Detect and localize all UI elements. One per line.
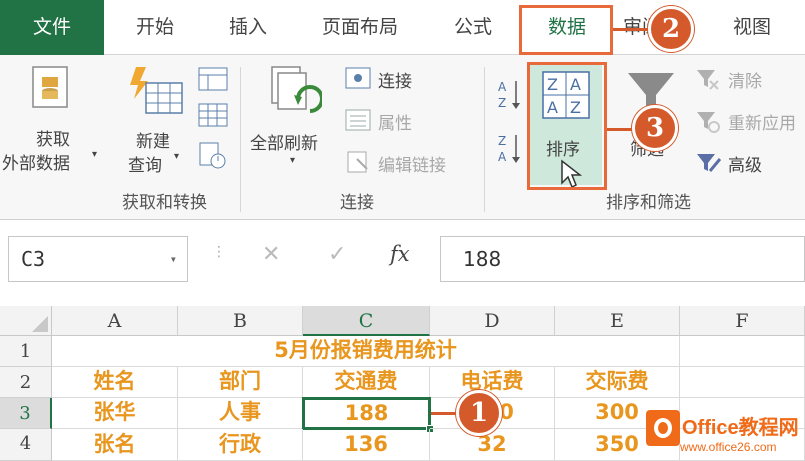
column-header-f[interactable]: F	[680, 306, 805, 336]
get-external-data-button[interactable]: 获取 外部数据 ▾	[0, 55, 110, 180]
svg-text:A: A	[498, 80, 507, 94]
name-box-value: C3	[21, 247, 46, 271]
connections-icon	[345, 67, 371, 89]
database-icon	[32, 66, 68, 108]
row-header-3[interactable]: 3	[0, 398, 52, 429]
table-title[interactable]: 5月份报销费用统计	[52, 336, 680, 367]
advanced-button[interactable]: 高级	[696, 149, 805, 177]
table-cell[interactable]: 人事	[178, 398, 303, 429]
insert-function-icon[interactable]: fx	[390, 242, 410, 266]
row-header-4[interactable]: 4	[0, 429, 52, 461]
clear-label: 清除	[728, 72, 762, 92]
tab-view[interactable]: 视图	[712, 0, 792, 55]
new-query-label-1: 新建	[136, 132, 170, 152]
advanced-label: 高级	[728, 156, 762, 176]
table-cell[interactable]: 张华	[52, 398, 178, 429]
svg-text:A: A	[498, 150, 507, 164]
group-label-sort-filter: 排序和筛选	[606, 193, 691, 213]
properties-label: 属性	[378, 114, 412, 134]
clear-filter-icon	[697, 70, 719, 90]
column-label[interactable]: 交际费	[555, 367, 680, 398]
column-label[interactable]: 姓名	[52, 367, 178, 398]
row-header-1[interactable]: 1	[0, 336, 52, 367]
column-header-c[interactable]: C	[303, 306, 430, 336]
column-header-a[interactable]: A	[52, 306, 178, 336]
callout-1: 1	[456, 390, 502, 436]
properties-icon	[345, 109, 371, 131]
edit-links-icon	[347, 151, 368, 173]
active-cell-c3[interactable]: 188	[302, 397, 431, 430]
select-all-corner[interactable]	[0, 306, 52, 336]
table-cell[interactable]: 张名	[52, 429, 178, 461]
group-label-connections: 连接	[340, 193, 374, 213]
connections-label: 连接	[378, 72, 412, 92]
chevron-down-icon: ▾	[92, 149, 98, 160]
table-cell[interactable]: 32	[430, 429, 555, 461]
get-external-label-1: 获取	[36, 130, 70, 150]
cell-f1[interactable]	[680, 336, 805, 367]
column-label[interactable]: 交通费	[303, 367, 430, 398]
new-query-label-2: 查询	[128, 156, 162, 176]
advanced-filter-icon	[697, 154, 722, 172]
new-query-button[interactable]: 新建 查询 ▾	[118, 55, 193, 180]
callout-3: 3	[632, 105, 678, 151]
tab-formulas[interactable]: 公式	[428, 0, 518, 55]
tab-page-layout[interactable]: 页面布局	[300, 0, 420, 55]
new-query-icon	[130, 67, 183, 114]
connections-button[interactable]: 连接	[345, 65, 445, 93]
refresh-all-label: 全部刷新	[250, 134, 318, 154]
chevron-down-icon: ▾	[174, 151, 180, 162]
table-cell[interactable]: 行政	[178, 429, 303, 461]
column-header-b[interactable]: B	[178, 306, 303, 336]
name-box[interactable]: C3 ▾	[8, 236, 188, 282]
table-cell[interactable]: 136	[303, 429, 430, 461]
sort-ascending-button[interactable]: AZ	[496, 77, 524, 113]
ribbon: 获取 外部数据 ▾ 新建 查询 ▾ 获取和转换 全部刷新 ▾ 连接 属性 编辑链…	[0, 55, 805, 220]
cell-f2[interactable]	[680, 367, 805, 398]
from-table-icon[interactable]	[198, 103, 228, 127]
formula-bar: C3 ▾ ⋮ ✕ ✓ fx 188	[0, 220, 805, 298]
more-icon: ⋮	[212, 244, 226, 260]
column-header-d[interactable]: D	[430, 306, 555, 336]
edit-links-label: 编辑链接	[378, 156, 446, 176]
highlight-data-tab	[519, 5, 613, 55]
get-external-label-2: 外部数据	[2, 154, 70, 174]
callout-2: 2	[648, 6, 694, 52]
recent-sources-icon[interactable]	[198, 141, 228, 169]
highlight-sort-button	[527, 62, 607, 190]
sort-za-icon: ZA	[498, 134, 520, 164]
column-label[interactable]: 部门	[178, 367, 303, 398]
svg-text:Z: Z	[498, 134, 506, 148]
ribbon-divider	[484, 67, 485, 212]
chevron-down-icon[interactable]: ▾	[170, 237, 177, 281]
reapply-icon	[697, 112, 720, 133]
ribbon-divider	[240, 67, 241, 212]
group-label-get-transform: 获取和转换	[122, 193, 207, 213]
sort-az-icon: AZ	[498, 80, 520, 110]
tab-home[interactable]: 开始	[110, 0, 200, 55]
column-label[interactable]: 电话费	[430, 367, 555, 398]
callout-line-2	[613, 28, 653, 31]
properties-button[interactable]: 属性	[345, 107, 445, 135]
watermark-brand: Office教程网	[682, 417, 799, 439]
cancel-icon[interactable]: ✕	[262, 242, 280, 267]
chevron-down-icon: ▾	[290, 155, 296, 166]
clear-button[interactable]: 清除	[696, 65, 805, 93]
svg-text:Z: Z	[498, 96, 506, 110]
watermark-url: www.office26.com	[680, 440, 777, 454]
enter-icon[interactable]: ✓	[328, 242, 346, 267]
column-header-e[interactable]: E	[555, 306, 680, 336]
row-header-2[interactable]: 2	[0, 367, 52, 398]
tab-file[interactable]: 文件	[0, 0, 104, 55]
reapply-button[interactable]: 重新应用	[696, 107, 805, 135]
tab-insert[interactable]: 插入	[203, 0, 293, 55]
watermark-logo	[646, 410, 680, 446]
refresh-icon	[271, 66, 322, 113]
formula-input[interactable]: 188	[440, 236, 805, 282]
show-queries-icon[interactable]	[198, 67, 228, 91]
edit-links-button[interactable]: 编辑链接	[345, 149, 470, 177]
reapply-label: 重新应用	[728, 114, 796, 134]
refresh-all-button[interactable]: 全部刷新 ▾	[246, 55, 341, 180]
sort-descending-button[interactable]: ZA	[496, 131, 524, 167]
